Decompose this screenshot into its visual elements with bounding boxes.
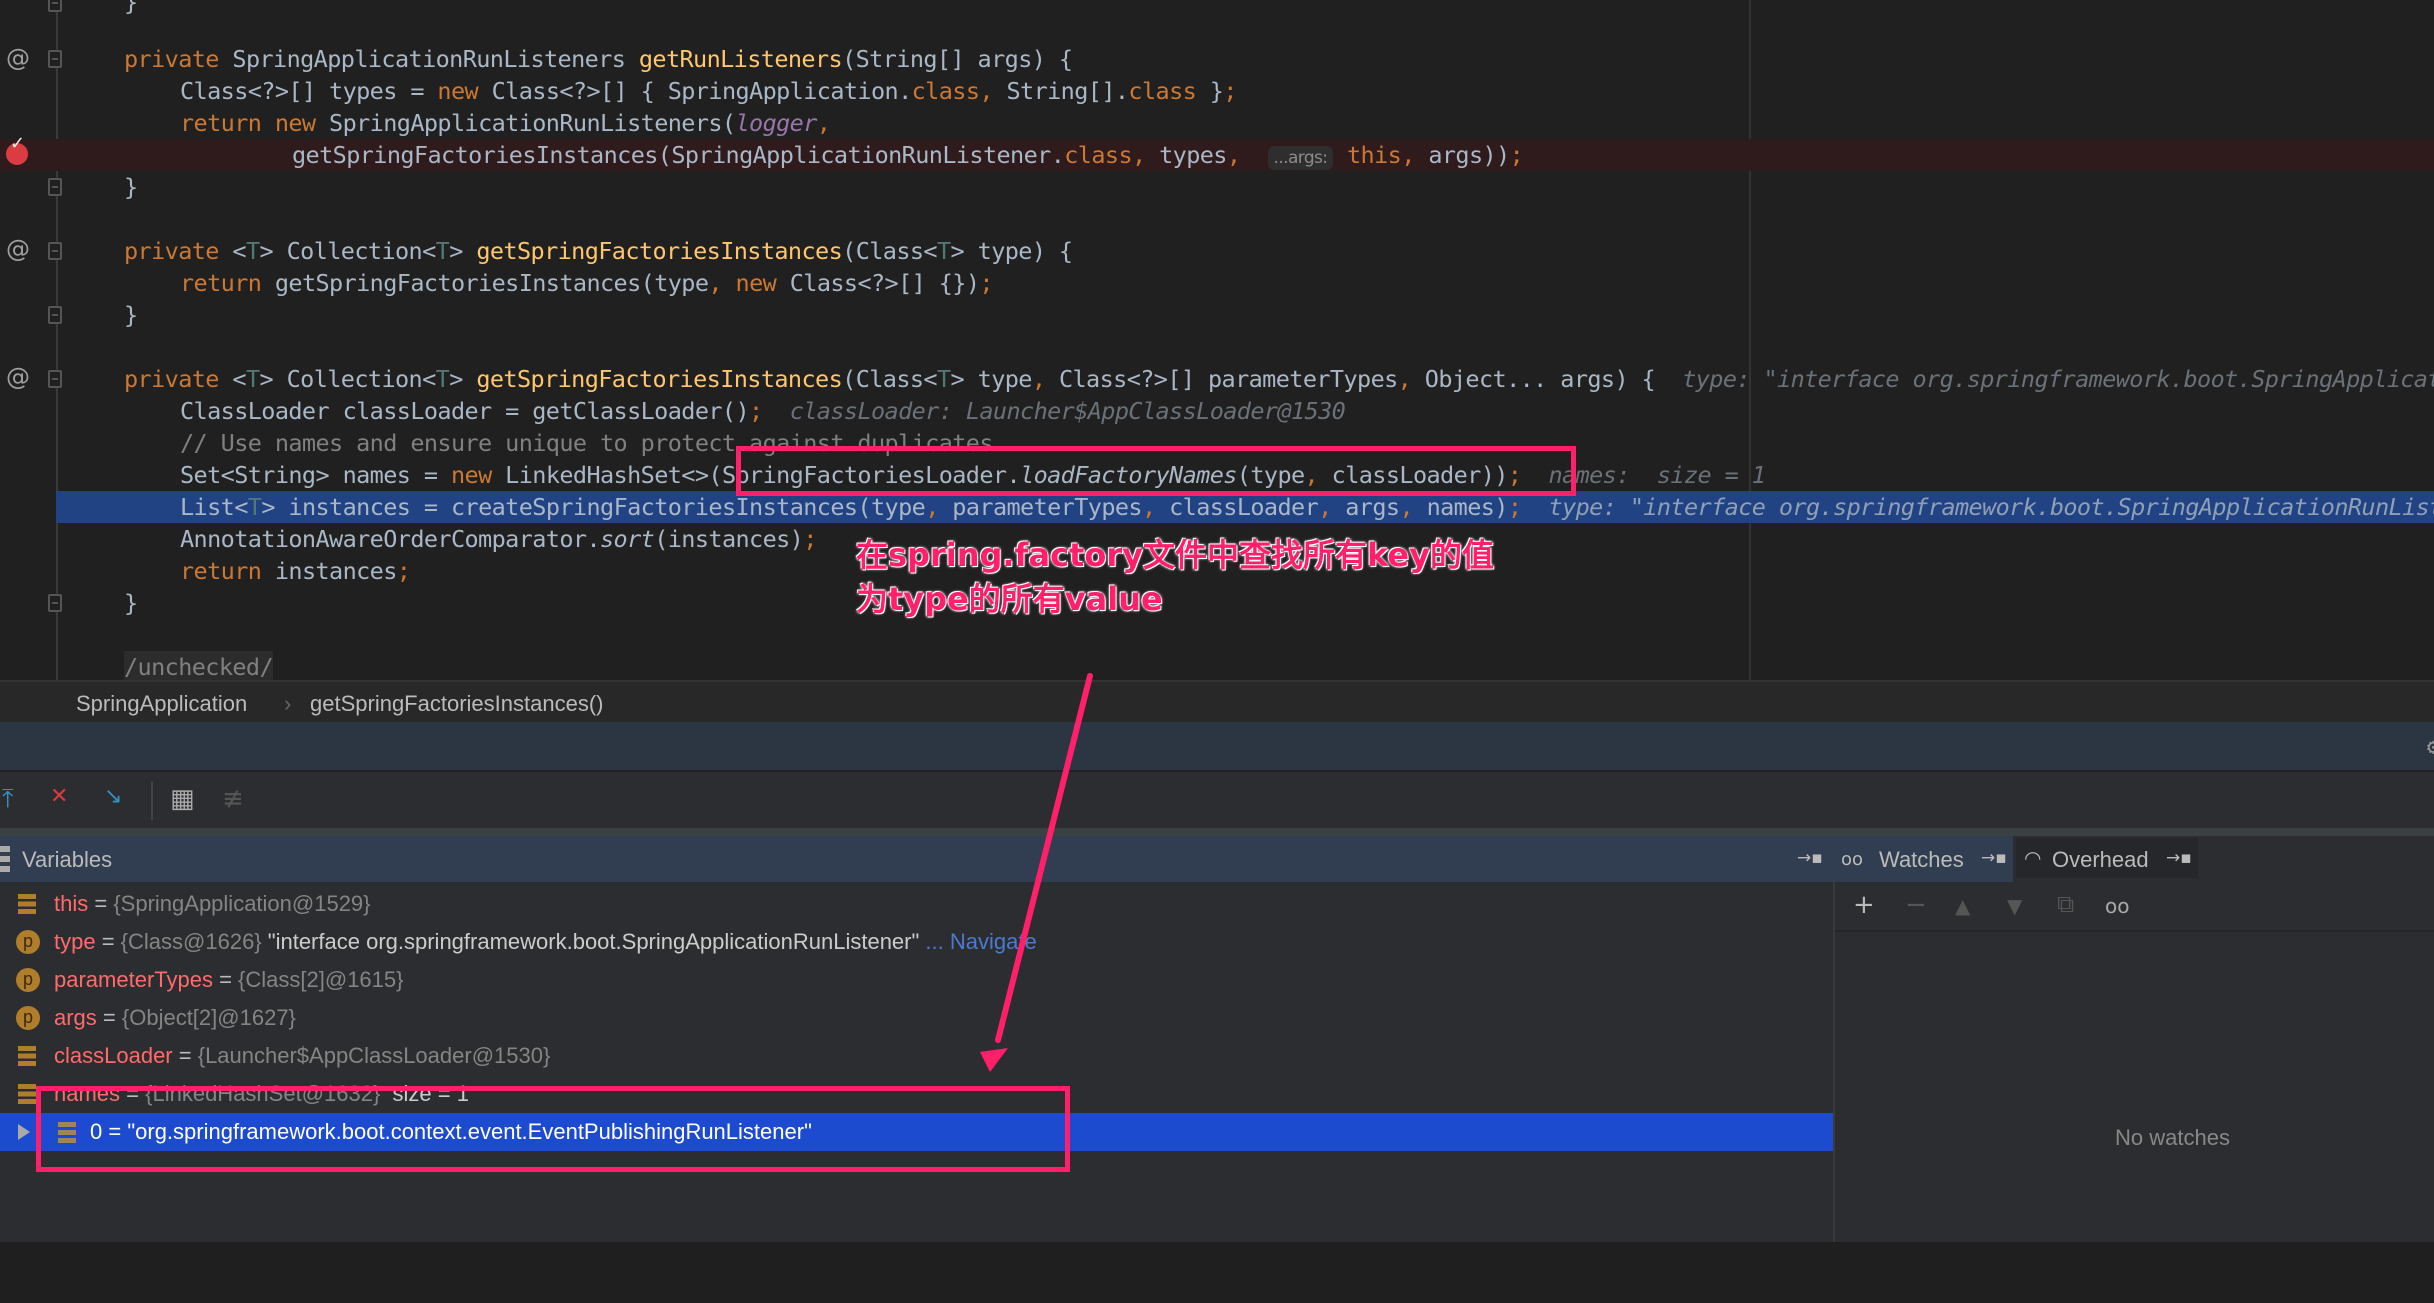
navigate-link[interactable]: ... Navigate bbox=[925, 929, 1036, 954]
empty-watches-message: No watches bbox=[2115, 1125, 2230, 1150]
parameter-hint: ...args: bbox=[1267, 146, 1334, 170]
parameter-icon: p bbox=[16, 930, 40, 954]
fold-marker-icon[interactable] bbox=[48, 0, 62, 12]
code-line[interactable]: return getSpringFactoriesInstances(type,… bbox=[0, 267, 2434, 299]
variables-menu-icon[interactable] bbox=[0, 846, 10, 872]
breadcrumb: SpringApplication › getSpringFactoriesIn… bbox=[0, 680, 2434, 724]
drop-frame-icon[interactable]: ✕ bbox=[50, 784, 68, 809]
tab-watches[interactable]: oo Watches →▪ bbox=[1833, 836, 2013, 882]
pin-icon[interactable]: →▪ bbox=[2166, 848, 2192, 868]
remove-watch-icon[interactable]: − bbox=[1905, 890, 1927, 920]
annotation-highlight-box bbox=[36, 1086, 1070, 1172]
tab-overhead[interactable]: ◠ Overhead →▪ bbox=[2016, 838, 2198, 878]
inline-value-hint: names: size = 1 bbox=[1548, 461, 1766, 489]
breakpoint-icon[interactable] bbox=[6, 133, 28, 165]
code-line[interactable]: private <T> Collection<T> getSpringFacto… bbox=[0, 363, 2434, 395]
variable-row[interactable]: this = {SpringApplication@1529} bbox=[0, 885, 1833, 923]
move-down-icon[interactable]: ▼ bbox=[2007, 894, 2022, 918]
inline-value-hint: type: "interface org.springframework.boo… bbox=[1682, 365, 2434, 393]
panel-divider[interactable] bbox=[0, 828, 2434, 836]
variables-tree[interactable]: this = {SpringApplication@1529} p type =… bbox=[0, 882, 1833, 1242]
expand-arrow-icon[interactable] bbox=[18, 1124, 30, 1140]
code-line[interactable]: private SpringApplicationRunListeners ge… bbox=[0, 43, 2434, 75]
variable-row[interactable]: p args = {Object[2]@1627} bbox=[0, 999, 1833, 1037]
pin-icon[interactable]: →▪ bbox=[1797, 848, 1823, 868]
glasses-icon[interactable]: oo bbox=[2105, 894, 2129, 918]
step-out-icon[interactable]: ⤒ bbox=[2, 784, 14, 815]
pin-icon[interactable]: →▪ bbox=[1981, 848, 2007, 868]
fold-marker-icon[interactable] bbox=[48, 178, 62, 196]
code-line[interactable]: Class<?>[] types = new Class<?>[] { Spri… bbox=[0, 75, 2434, 107]
variable-row[interactable]: p type = {Class@1626} "interface org.spr… bbox=[0, 923, 1833, 961]
breadcrumb-separator: › bbox=[284, 691, 292, 716]
watches-toolbar: + − ▲ ▼ ⧉ oo bbox=[1835, 882, 2434, 932]
code-line[interactable]: ClassLoader classLoader = getClassLoader… bbox=[0, 395, 2434, 427]
code-line[interactable]: } bbox=[0, 0, 2434, 18]
breadcrumb-item-method[interactable]: getSpringFactoriesInstances() bbox=[310, 691, 603, 717]
add-watch-icon[interactable]: + bbox=[1853, 890, 1875, 920]
run-to-cursor-icon[interactable]: ↘ bbox=[104, 784, 122, 809]
parameter-icon: p bbox=[16, 1006, 40, 1030]
annotation-note: 在spring.factory文件中查找所有key的值 为type的所有valu… bbox=[856, 536, 1494, 618]
field-icon bbox=[18, 1046, 36, 1066]
debug-toolbar: ⤒ ✕ ↘ ▦ ≢ bbox=[0, 772, 2434, 828]
inline-value-hint: classLoader: Launcher$AppClassLoader@153… bbox=[789, 397, 1346, 425]
inline-value-hint: type: "interface org.springframework.boo… bbox=[1548, 493, 2434, 521]
code-line[interactable]: return new SpringApplicationRunListeners… bbox=[0, 107, 2434, 139]
breadcrumb-item-class[interactable]: SpringApplication bbox=[76, 691, 247, 717]
code-line[interactable]: } bbox=[0, 171, 2434, 203]
watches-panel: + − ▲ ▼ ⧉ oo No watches bbox=[1833, 882, 2434, 1242]
toolbar-separator bbox=[151, 782, 153, 820]
annotation-highlight-box bbox=[736, 446, 1576, 496]
parameter-icon: p bbox=[16, 968, 40, 992]
code-line[interactable]: private <T> Collection<T> getSpringFacto… bbox=[0, 235, 2434, 267]
variables-header: Variables →▪ bbox=[0, 836, 1833, 882]
evaluate-expression-icon[interactable]: ▦ bbox=[170, 784, 195, 814]
code-line[interactable]: } bbox=[0, 299, 2434, 331]
code-line[interactable]: /unchecked/ bbox=[0, 651, 2434, 680]
duplicate-watch-icon[interactable]: ⧉ bbox=[2057, 890, 2074, 918]
glasses-icon: oo bbox=[1841, 849, 1864, 870]
watches-header: oo Watches →▪ ◠ Overhead →▪ bbox=[1833, 836, 2434, 882]
field-icon bbox=[18, 1084, 36, 1104]
debug-header-bar: ⚙ bbox=[0, 722, 2434, 772]
variables-title: Variables bbox=[22, 847, 113, 872]
fold-marker-icon[interactable] bbox=[48, 306, 62, 324]
gear-icon[interactable]: ⚙ bbox=[2427, 735, 2434, 760]
fold-marker-icon[interactable] bbox=[48, 594, 62, 612]
variable-row[interactable]: p parameterTypes = {Class[2]@1615} bbox=[0, 961, 1833, 999]
move-up-icon[interactable]: ▲ bbox=[1955, 894, 1970, 918]
breakpoint-line[interactable]: getSpringFactoriesInstances(SpringApplic… bbox=[0, 139, 2434, 171]
trace-icon[interactable]: ≢ bbox=[222, 784, 244, 814]
variable-row[interactable]: classLoader = {Launcher$AppClassLoader@1… bbox=[0, 1037, 1833, 1075]
field-icon bbox=[18, 894, 36, 914]
gauge-icon: ◠ bbox=[2024, 846, 2042, 870]
